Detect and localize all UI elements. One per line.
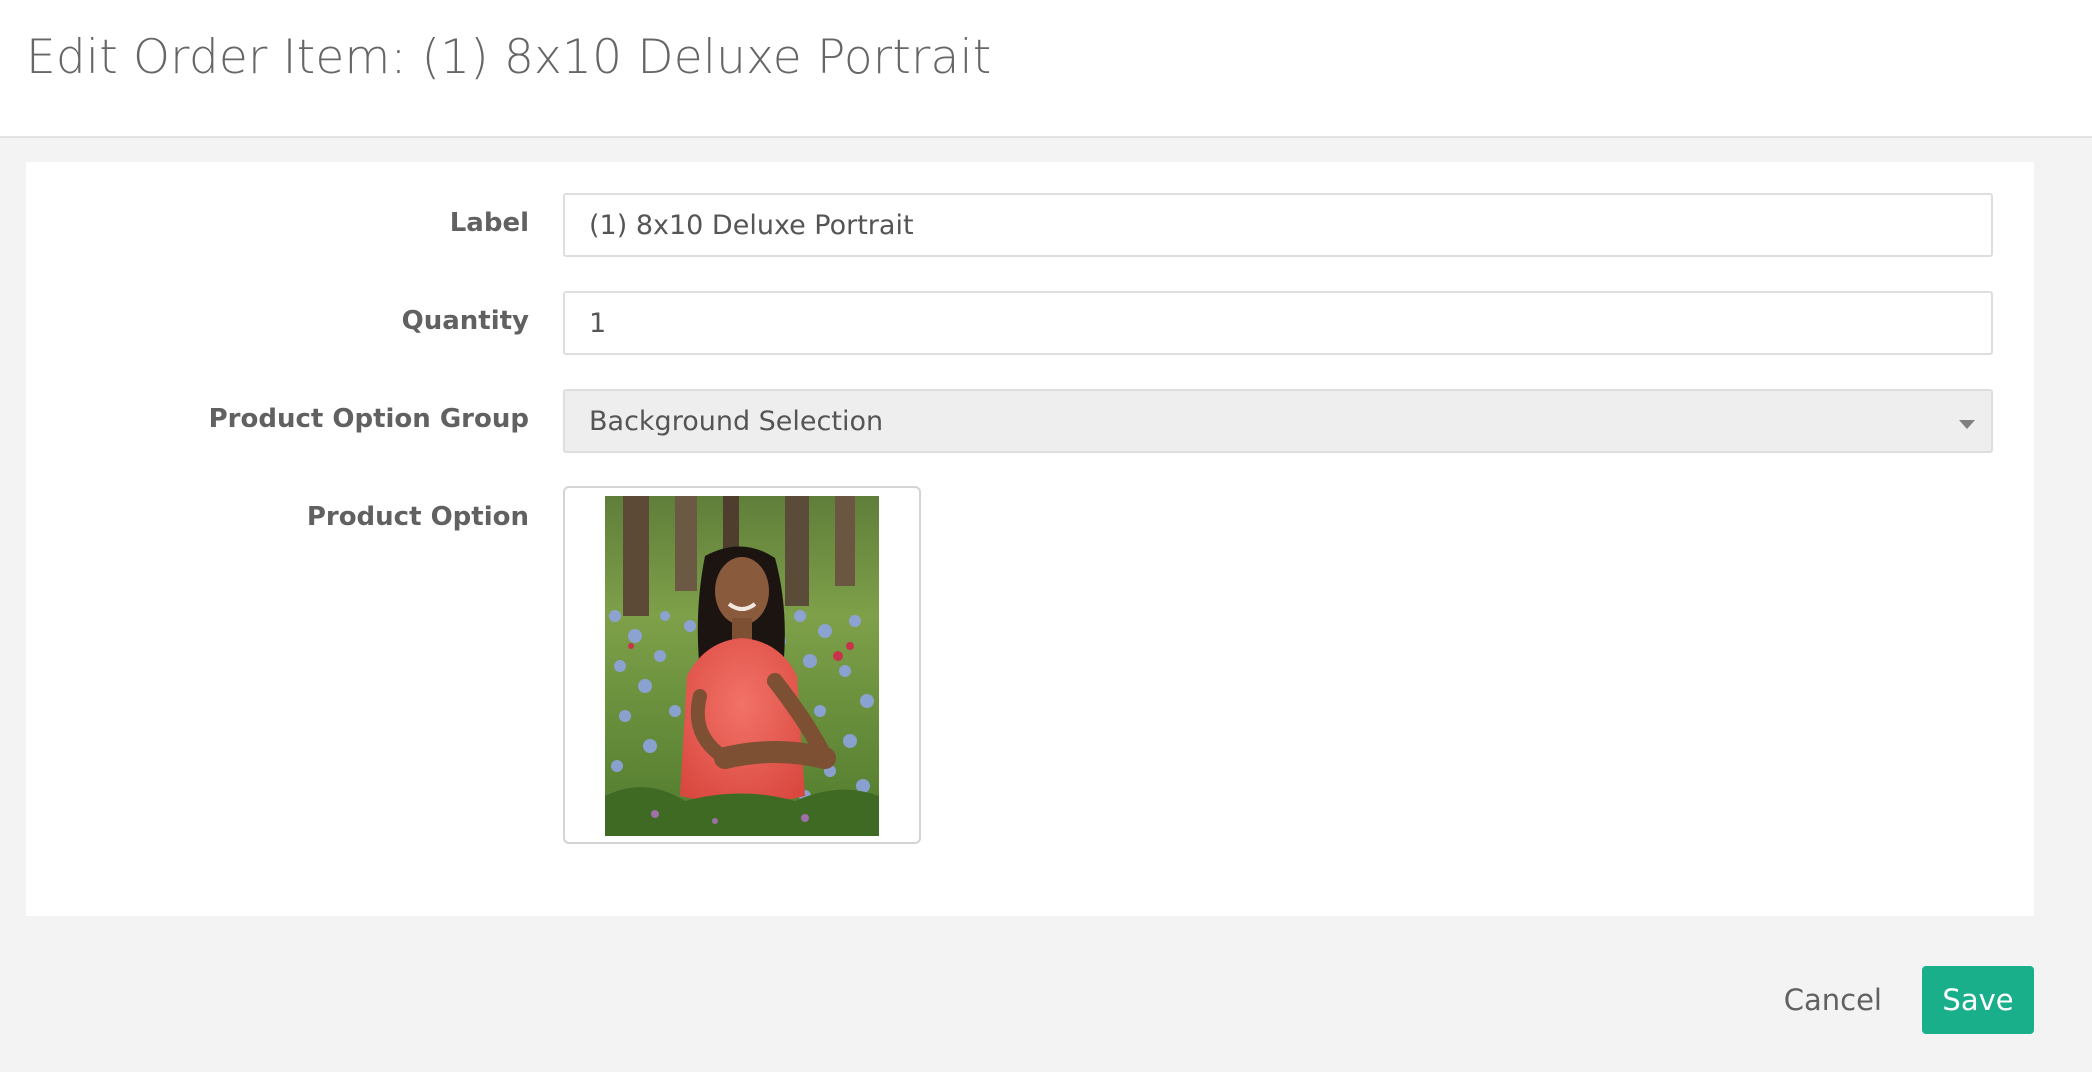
quantity-field-label: Quantity [401,306,529,336]
modal-footer: Cancel Save [1634,966,2034,1034]
label-field-label: Label [449,208,529,238]
product-option-group-selected-value: Background Selection [589,405,884,437]
quantity-input[interactable] [563,291,1993,355]
product-option-thumbnail[interactable] [563,486,921,844]
chevron-down-icon [1959,420,1975,429]
product-option-field-label: Product Option [306,502,529,532]
portrait-photo-image [605,496,879,836]
product-option-group-field-label: Product Option Group [208,404,529,434]
product-option-group-select[interactable]: Background Selection [563,389,1993,453]
modal-header: Edit Order Item: (1) 8x10 Deluxe Portrai… [0,0,2092,138]
edit-form-card: Label Quantity Product Option Group Back… [26,162,2034,916]
cancel-button[interactable]: Cancel [1778,966,1888,1034]
page-title: Edit Order Item: (1) 8x10 Deluxe Portrai… [26,30,992,85]
portrait-photo [605,496,879,836]
label-input[interactable] [563,193,1993,257]
save-button[interactable]: Save [1922,966,2034,1034]
